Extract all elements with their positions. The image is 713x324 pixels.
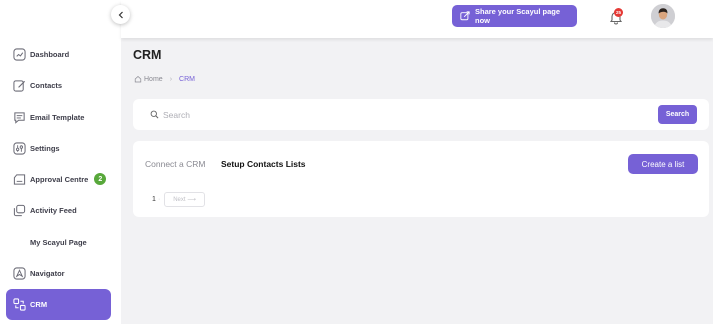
home-icon [134, 75, 142, 83]
contacts-lists-card: Connect a CRM Setup Contacts Lists Creat… [133, 141, 709, 217]
sidebar-item-label: CRM [30, 300, 48, 309]
sidebar-item-label: Dashboard [30, 49, 70, 59]
pagination-separator: · [158, 196, 161, 203]
breadcrumb: Home › CRM [134, 75, 195, 83]
tab-setup-contacts-lists[interactable]: Setup Contacts Lists [221, 159, 306, 169]
user-avatar-icon [651, 4, 675, 28]
external-link-icon [460, 11, 470, 21]
sidebar-item-dashboard[interactable]: Dashboard [6, 41, 111, 67]
breadcrumb-home[interactable]: Home [134, 75, 163, 83]
collapse-sidebar-button[interactable] [111, 5, 130, 24]
contacts-icon [13, 79, 26, 92]
navigator-icon [13, 266, 26, 280]
tab-connect-a-crm[interactable]: Connect a CRM [145, 159, 205, 169]
crm-icon [13, 298, 26, 311]
sidebar-item-label: Navigator [30, 268, 65, 278]
sidebar-item-label: Approval Centre [30, 174, 89, 184]
pagination-current-page[interactable]: 1 [152, 196, 156, 203]
approval-centre-icon [13, 173, 26, 186]
breadcrumb-home-label: Home [144, 75, 163, 83]
top-bar [121, 0, 713, 38]
sidebar-item-email-template[interactable]: Email Template [6, 104, 111, 130]
sidebar-item-label: Settings [30, 143, 60, 153]
sidebar-item-label: Activity Feed [30, 205, 77, 215]
share-page-label: Share your Scayul page now [474, 7, 561, 25]
sidebar-item-label: Contacts [30, 80, 63, 90]
dashboard-icon [13, 47, 26, 61]
sidebar-item-activity-feed[interactable]: Activity Feed [6, 197, 111, 223]
sidebar-item-label: My Scayul Page [30, 237, 87, 247]
breadcrumb-separator-icon: › [169, 75, 173, 83]
sidebar-item-navigator[interactable]: Navigator [6, 260, 111, 286]
breadcrumb-current: CRM [179, 75, 195, 83]
sidebar-item-crm[interactable]: CRM [6, 289, 111, 320]
pagination-next-button[interactable]: Next ⟶ [164, 192, 205, 207]
approval-count-badge: 2 [94, 173, 107, 185]
activity-feed-icon [13, 204, 26, 217]
sidebar-item-settings[interactable]: Settings [6, 135, 111, 161]
share-page-button[interactable]: Share your Scayul page now [452, 5, 577, 27]
avatar[interactable] [651, 4, 675, 28]
search-button[interactable]: Search [658, 105, 697, 124]
sidebar-item-contacts[interactable]: Contacts [6, 72, 111, 98]
search-input[interactable] [163, 106, 643, 123]
search-icon [150, 110, 159, 119]
sidebar-item-approval-centre[interactable]: Approval Centre 2 [6, 166, 111, 192]
search-card: Search [133, 99, 709, 130]
notification-count-badge: 25 [614, 8, 623, 17]
sidebar-item-my-scayul-page[interactable]: My Scayul Page [6, 229, 111, 255]
sidebar-item-label: Email Template [30, 112, 85, 122]
settings-icon [13, 141, 26, 155]
sidebar: Dashboard Contacts Email Template Settin… [0, 0, 121, 324]
email-template-icon [13, 111, 26, 124]
page-title: CRM [133, 48, 162, 62]
chevron-left-icon [118, 11, 123, 18]
create-list-button[interactable]: Create a list [628, 154, 698, 174]
